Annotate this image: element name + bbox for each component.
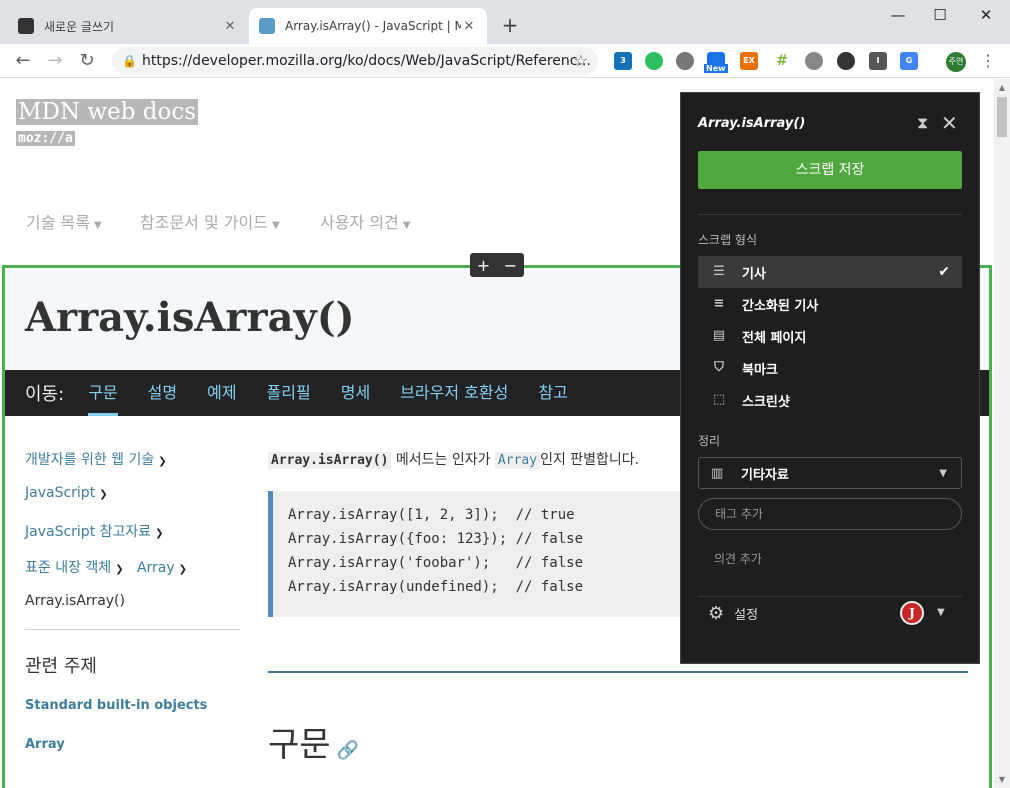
notebook-icon: ▥ bbox=[711, 465, 724, 481]
forward-button[interactable]: → bbox=[44, 50, 66, 72]
address-bar[interactable]: 🔒 https://developer.mozilla.org/ko/docs/… bbox=[112, 47, 598, 75]
web-clipper-panel: Array.isArray() ⧗ ✕ 스크랩 저장 스크랩 형식 ☰ 기사 ✔… bbox=[680, 92, 980, 664]
close-window-button[interactable]: ✕ bbox=[964, 4, 1008, 28]
back-button[interactable]: ← bbox=[12, 50, 34, 72]
chevron-down-icon[interactable]: ▼ bbox=[937, 607, 945, 618]
tab-title: Array.isArray() - JavaScript | MDN bbox=[285, 19, 461, 33]
panel-divider bbox=[698, 596, 962, 597]
mozilla-logo[interactable]: moz://a bbox=[16, 131, 75, 146]
tag-input[interactable]: 태그 추가 bbox=[698, 498, 962, 530]
info-icon[interactable]: I bbox=[869, 52, 887, 70]
caret-down-icon: ▼ bbox=[93, 220, 102, 231]
screenshot-icon: ⬚ bbox=[712, 392, 726, 407]
article-icon: ☰ bbox=[713, 264, 725, 279]
gear-icon: ⚙ bbox=[708, 603, 725, 624]
caret-down-icon: ▼ bbox=[271, 220, 280, 231]
reload-button[interactable]: ↻ bbox=[76, 50, 98, 72]
browser-toolbar: ← → ↻ 🔒 https://developer.mozilla.org/ko… bbox=[0, 44, 1010, 78]
profile-avatar[interactable]: 주연 bbox=[946, 52, 966, 72]
selection-zoom-control: + − bbox=[470, 253, 524, 277]
mdn-logo[interactable]: MDN web docs bbox=[16, 99, 199, 125]
tab-array-isarray[interactable]: Array.isArray() - JavaScript | MDN ✕ bbox=[249, 8, 487, 44]
title-bar: 새로운 글쓰기 ✕ Array.isArray() - JavaScript |… bbox=[0, 0, 1010, 44]
full-page-icon: ▤ bbox=[712, 328, 726, 343]
nav-references[interactable]: 참조문서 및 가이드 ▼ bbox=[140, 209, 280, 233]
tab-close-icon[interactable]: ✕ bbox=[461, 19, 477, 34]
bookmark-star-icon[interactable]: ☆ bbox=[574, 47, 588, 75]
maximize-button[interactable]: ☐ bbox=[918, 4, 962, 28]
ladder-icon[interactable]: # bbox=[773, 52, 791, 70]
globe-icon[interactable] bbox=[805, 52, 823, 70]
tistory-icon bbox=[18, 18, 34, 34]
save-scrap-button[interactable]: 스크랩 저장 bbox=[698, 151, 962, 189]
check-icon: ✔ bbox=[938, 264, 950, 280]
lock-icon: 🔒 bbox=[122, 54, 137, 68]
menu-dots-icon[interactable]: ⋮ bbox=[980, 50, 996, 72]
comment-input[interactable]: 의견 추가 bbox=[714, 550, 762, 567]
caret-down-icon: ▼ bbox=[402, 220, 411, 231]
evernote-icon[interactable] bbox=[645, 52, 663, 70]
hourglass-icon[interactable]: ⧗ bbox=[917, 113, 928, 133]
mdn-icon bbox=[259, 18, 275, 34]
ex-icon[interactable]: EX bbox=[740, 52, 758, 70]
scroll-thumb[interactable] bbox=[997, 97, 1007, 137]
tab-title: 새로운 글쓰기 bbox=[44, 19, 115, 34]
format-simplified-article[interactable]: ≡ 간소화된 기사 bbox=[698, 288, 962, 320]
gear-icon[interactable] bbox=[676, 52, 694, 70]
account-avatar[interactable]: J bbox=[900, 601, 924, 625]
shrink-selection-button[interactable]: − bbox=[504, 256, 517, 275]
css-icon[interactable]: 3 bbox=[614, 52, 632, 70]
close-icon[interactable]: ✕ bbox=[941, 111, 958, 135]
color-wheel-icon[interactable] bbox=[837, 52, 855, 70]
settings-button[interactable]: ⚙ 설정 bbox=[708, 603, 758, 624]
nav-feedback[interactable]: 사용자 의견 ▼ bbox=[320, 209, 410, 233]
page-scrollbar[interactable]: ▲ ▼ bbox=[994, 79, 1010, 788]
simplified-article-icon: ≡ bbox=[713, 296, 725, 311]
clip-title[interactable]: Array.isArray() bbox=[698, 116, 805, 131]
format-bookmark[interactable]: ⛉ 북마크 bbox=[698, 352, 962, 384]
bookmark-icon: ⛉ bbox=[714, 360, 724, 375]
minimize-button[interactable]: — bbox=[876, 4, 920, 28]
format-label: 스크랩 형식 bbox=[698, 233, 758, 247]
organize-label: 정리 bbox=[698, 434, 721, 448]
notebook-select[interactable]: ▥ 기타자료 ▼ bbox=[698, 457, 962, 489]
new-tab-button[interactable]: + bbox=[500, 14, 520, 36]
new-badge: New bbox=[704, 64, 728, 73]
tab-new-post[interactable]: 새로운 글쓰기 ✕ bbox=[8, 8, 248, 44]
format-article[interactable]: ☰ 기사 ✔ bbox=[698, 256, 962, 288]
tab-close-icon[interactable]: ✕ bbox=[222, 19, 238, 34]
format-full-page[interactable]: ▤ 전체 페이지 bbox=[698, 320, 962, 352]
format-screenshot[interactable]: ⬚ 스크린샷 bbox=[698, 384, 962, 416]
panel-divider bbox=[698, 214, 962, 215]
nav-technologies[interactable]: 기술 목록 ▼ bbox=[26, 209, 102, 233]
scroll-down-icon[interactable]: ▼ bbox=[994, 775, 1010, 784]
translate-icon[interactable]: G bbox=[900, 52, 918, 70]
scroll-up-icon[interactable]: ▲ bbox=[994, 83, 1010, 92]
url-text: https://developer.mozilla.org/ko/docs/We… bbox=[142, 53, 591, 69]
expand-selection-button[interactable]: + bbox=[477, 256, 490, 275]
chevron-down-icon: ▼ bbox=[939, 467, 947, 479]
